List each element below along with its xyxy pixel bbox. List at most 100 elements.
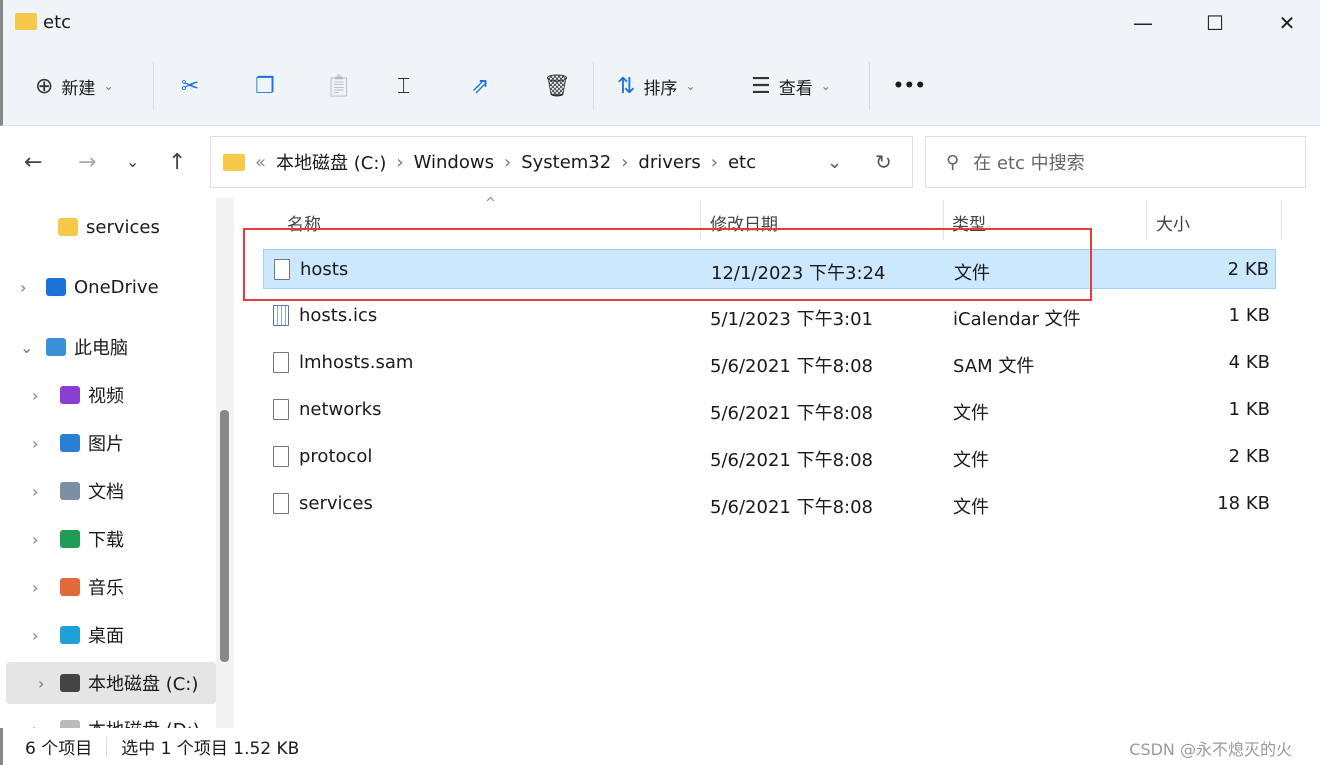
sidebar-item-label: 桌面 <box>88 626 124 647</box>
file-size: 4 KB <box>1228 352 1270 373</box>
sidebar-item[interactable]: › 图片 <box>0 422 210 464</box>
file-date: 5/1/2023 下午3:01 <box>710 309 873 330</box>
sort-label: 排序 <box>643 78 678 99</box>
sidebar-item-label: OneDrive <box>74 276 159 298</box>
chevron-right-icon[interactable]: › <box>32 578 38 597</box>
sidebar-item[interactable]: › OneDrive <box>0 266 210 308</box>
view-button[interactable]: ☰ 查看 ⌄ <box>751 68 831 104</box>
sidebar-item[interactable]: services <box>0 206 210 248</box>
rename-icon: ⌶ <box>397 73 411 99</box>
breadcrumb-item[interactable]: drivers <box>638 152 700 173</box>
folder-icon <box>223 153 245 171</box>
address-bar[interactable]: « 本地磁盘 (C:) › Windows › System32 › drivers ›… <box>210 136 913 188</box>
share-button[interactable]: ⇗ <box>471 68 489 104</box>
sort-icon: ⇅ <box>617 73 636 99</box>
cut-button[interactable]: ✂ <box>181 68 199 104</box>
chevron-right-icon[interactable]: › <box>32 386 38 405</box>
column-size[interactable]: 大小 <box>1156 210 1190 235</box>
sidebar-item[interactable]: ⌄ 此电脑 <box>0 326 210 368</box>
file-size: 1 KB <box>1228 399 1270 420</box>
file-date: 5/6/2021 下午8:08 <box>710 403 873 424</box>
copy-button[interactable]: ❐ <box>255 68 275 104</box>
file-icon <box>273 352 289 373</box>
file-row[interactable]: networks 5/6/2021 下午8:08 文件 1 KB <box>263 390 1276 430</box>
copy-icon: ❐ <box>255 73 275 99</box>
chevron-right-icon[interactable]: › <box>32 530 38 549</box>
chevron-right-icon[interactable]: › <box>32 720 38 729</box>
chevron-down-icon[interactable]: ⌄ <box>827 152 842 173</box>
rename-button[interactable]: ⌶ <box>397 68 410 104</box>
chevron-right-icon[interactable]: › <box>32 482 38 501</box>
chevron-right-icon[interactable]: › <box>32 434 38 453</box>
breadcrumb-overflow[interactable]: « <box>255 152 266 173</box>
sidebar-scrollbar-thumb[interactable] <box>220 410 229 662</box>
breadcrumb-item[interactable]: 本地磁盘 (C:) <box>276 149 386 175</box>
watermark: CSDN @永不熄灭的火 <box>1129 740 1292 759</box>
download-icon <box>60 530 80 548</box>
calendar-file-icon <box>273 305 289 326</box>
delete-button[interactable]: 🗑︎ <box>543 68 571 104</box>
file-row[interactable]: lmhosts.sam 5/6/2021 下午8:08 SAM 文件 4 KB <box>263 343 1276 383</box>
sidebar-item-label: 视频 <box>88 386 124 407</box>
breadcrumb-item[interactable]: etc <box>728 152 756 173</box>
title-bar: etc — ☐ ✕ <box>0 0 1320 46</box>
view-label: 查看 <box>778 78 813 99</box>
file-row[interactable]: protocol 5/6/2021 下午8:08 文件 2 KB <box>263 437 1276 477</box>
file-row[interactable]: services 5/6/2021 下午8:08 文件 18 KB <box>263 484 1276 524</box>
sort-indicator-icon: ^ <box>485 196 496 211</box>
file-date: 5/6/2021 下午8:08 <box>710 450 873 471</box>
sidebar-item-label: 文档 <box>88 482 124 503</box>
computer-icon <box>46 338 66 356</box>
minimize-button[interactable]: — <box>1123 8 1163 38</box>
sidebar-item[interactable]: › 桌面 <box>0 614 210 656</box>
chevron-right-icon[interactable]: › <box>20 278 26 297</box>
new-button[interactable]: ⊕ 新建 ⌄ <box>35 68 114 104</box>
sidebar-item[interactable]: › 本地磁盘 (C:) <box>6 662 216 704</box>
share-icon: ⇗ <box>471 73 490 99</box>
sidebar-item[interactable]: › 下载 <box>0 518 210 560</box>
folder-icon <box>58 218 78 236</box>
delete-icon: 🗑︎ <box>543 73 571 99</box>
file-name: protocol <box>299 446 373 467</box>
drive-icon <box>60 674 80 692</box>
video-icon <box>60 386 80 404</box>
desktop-icon <box>60 626 80 644</box>
file-size: 18 KB <box>1217 493 1270 514</box>
sidebar-item[interactable]: › 音乐 <box>0 566 210 608</box>
file-type: iCalendar 文件 <box>953 309 1081 330</box>
file-type: 文件 <box>953 403 989 424</box>
new-label: 新建 <box>61 78 96 99</box>
search-placeholder: 在 etc 中搜索 <box>973 153 1085 174</box>
search-input[interactable]: ⚲ 在 etc 中搜索 <box>925 136 1306 188</box>
file-date: 5/6/2021 下午8:08 <box>710 497 873 518</box>
window-title: etc <box>43 12 72 33</box>
breadcrumb-item[interactable]: System32 <box>521 152 611 173</box>
file-name: services <box>299 493 373 514</box>
breadcrumb-item[interactable]: Windows <box>414 152 494 173</box>
file-name: lmhosts.sam <box>299 352 414 373</box>
maximize-button[interactable]: ☐ <box>1195 8 1235 38</box>
back-button[interactable]: ← <box>24 150 42 175</box>
close-button[interactable]: ✕ <box>1267 8 1307 38</box>
up-button[interactable]: ↑ <box>168 150 186 175</box>
sidebar-item-label: 本地磁盘 (C:) <box>88 674 199 695</box>
recent-locations-button[interactable]: ⌄ <box>126 152 139 171</box>
sidebar-item-label: 下载 <box>88 530 124 551</box>
forward-button[interactable]: → <box>78 150 96 175</box>
selection-info: 选中 1 个项目 1.52 KB <box>121 739 300 759</box>
chevron-down-icon[interactable]: ⌄ <box>20 338 33 357</box>
chevron-right-icon[interactable]: › <box>32 626 38 645</box>
pictures-icon <box>60 434 80 452</box>
sort-button[interactable]: ⇅ 排序 ⌄ <box>617 68 696 104</box>
file-type: SAM 文件 <box>953 356 1035 377</box>
cut-icon: ✂ <box>181 73 200 99</box>
sidebar-item-label: services <box>86 216 160 238</box>
sidebar-item[interactable]: › 本地磁盘 (D:) <box>0 708 210 728</box>
sidebar-item[interactable]: › 文档 <box>0 470 210 512</box>
sidebar-item[interactable]: › 视频 <box>0 374 210 416</box>
refresh-icon[interactable]: ↻ <box>875 150 892 174</box>
chevron-right-icon[interactable]: › <box>38 674 44 693</box>
more-button[interactable]: ••• <box>893 68 926 104</box>
file-row[interactable]: hosts.ics 5/1/2023 下午3:01 iCalendar 文件 1 KB <box>263 296 1276 336</box>
paste-button[interactable]: 📋︎ <box>325 68 353 104</box>
